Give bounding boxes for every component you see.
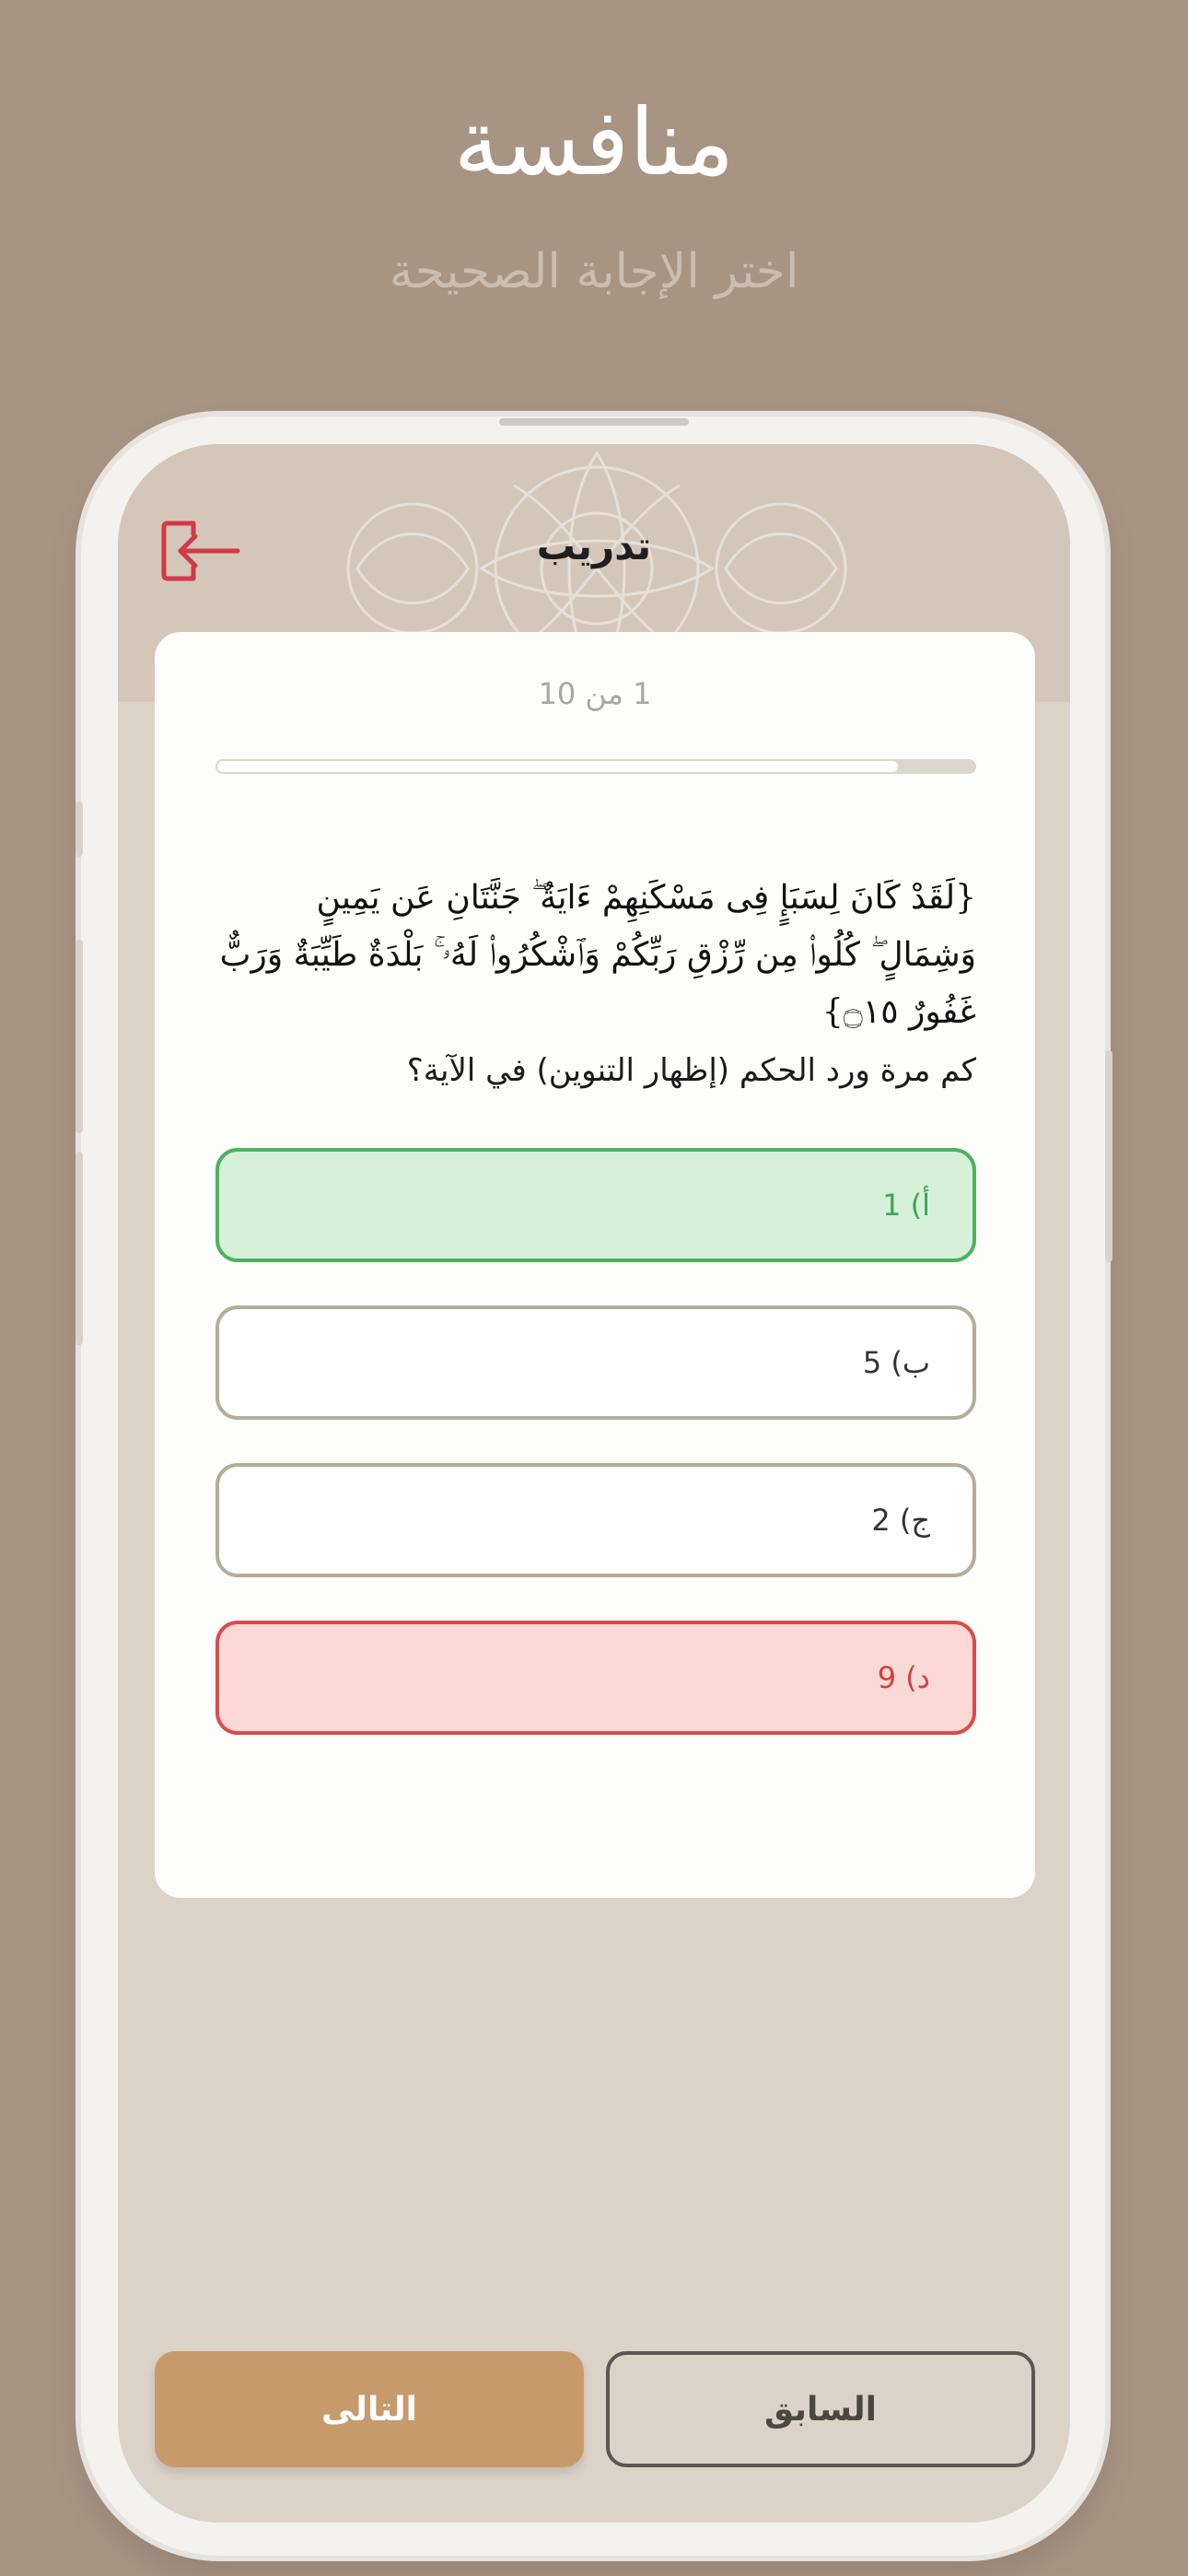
phone-side-button-right [1105,1050,1112,1262]
screen-title: تدريب [536,523,652,568]
phone-side-button-left-2 [76,940,83,1133]
previous-button[interactable]: السابق [606,2351,1035,2467]
marketing-title: منافسة [453,88,735,196]
option-label: أ) 1 [882,1188,930,1223]
phone-speaker [499,418,689,426]
progress-text: 1 من 10 [538,676,652,711]
question-card: 1 من 10 {لَقَدْ كَانَ لِسَبَإٍ فِى مَسْك… [155,632,1035,1898]
next-button[interactable]: التالى [155,2351,584,2467]
option-label: ب) 5 [862,1345,930,1380]
option-label: ج) 2 [871,1503,930,1538]
option-d[interactable]: د) 9 [215,1621,976,1735]
option-c[interactable]: ج) 2 [215,1463,976,1577]
option-a[interactable]: أ) 1 [215,1148,976,1262]
phone-side-button-left-3 [76,1152,83,1345]
phone-side-button-left-1 [76,802,83,857]
quran-verse: {لَقَدْ كَانَ لِسَبَإٍ فِى مَسْكَنِهِمْ … [219,879,976,1031]
marketing-subtitle: اختر الإجابة الصحيحة [389,244,799,299]
option-b[interactable]: ب) 5 [215,1306,976,1420]
progress-bar-fill [215,759,901,774]
app-screen: تدريب 1 من 10 {لَقَدْ كَانَ لِسَبَإٍ فِى… [118,444,1070,2523]
progress-bar [215,759,976,774]
option-label: د) 9 [877,1660,930,1695]
question-text: كم مرة ورد الحكم (إظهار التنوين) في الآي… [406,1052,976,1089]
